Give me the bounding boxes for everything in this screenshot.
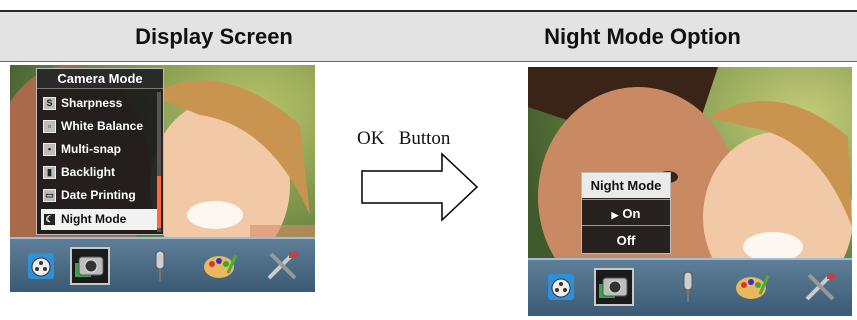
movie-reel-icon[interactable]: [542, 268, 582, 306]
table-header: Display Screen Night Mode Option: [0, 10, 857, 62]
header-display-screen: Display Screen: [135, 23, 293, 49]
microphone-icon[interactable]: [668, 268, 708, 306]
menu-item-white-balance[interactable]: ▫ White Balance: [41, 116, 157, 137]
night-mode-icon: ☾: [43, 213, 56, 226]
button-text: Button: [398, 128, 451, 149]
menu-item-backlight[interactable]: ▮ Backlight: [41, 162, 157, 183]
night-mode-popup: Night Mode ▶ On Off: [581, 172, 671, 254]
multi-snap-icon: ▪: [43, 143, 56, 156]
option-label: Off: [616, 233, 636, 248]
backlight-icon: ▮: [43, 166, 56, 179]
menu-title: Camera Mode: [37, 69, 163, 89]
mode-toolbar: [10, 237, 315, 292]
menu-item-label: White Balance: [61, 119, 144, 133]
menu-item-sharpness[interactable]: S Sharpness: [41, 93, 157, 114]
menu-item-night-mode[interactable]: ☾ Night Mode: [41, 209, 157, 230]
white-balance-icon: ▫: [43, 120, 56, 133]
ok-button-instruction: OK Button: [357, 128, 450, 150]
palette-icon[interactable]: [200, 247, 240, 285]
option-label: On: [622, 206, 641, 221]
date-printing-icon: ▭: [43, 189, 56, 202]
selected-marker-icon: ▶: [611, 210, 619, 220]
menu-item-label: Night Mode: [61, 212, 127, 226]
camera-mode-menu: Camera Mode S Sharpness ▫ White Balance …: [36, 68, 164, 235]
menu-item-date-printing[interactable]: ▭ Date Printing: [41, 185, 157, 206]
microphone-icon[interactable]: [140, 247, 180, 285]
ok-text: OK: [357, 128, 385, 149]
sharpness-icon: S: [43, 97, 56, 110]
menu-item-label: Sharpness: [61, 96, 123, 110]
option-on[interactable]: ▶ On: [582, 199, 670, 226]
camera-icon[interactable]: [594, 268, 634, 306]
header-night-mode-option: Night Mode Option: [544, 23, 741, 49]
night-mode-screen: Night Mode ▶ On Off: [528, 67, 852, 316]
menu-item-label: Multi-snap: [61, 142, 121, 156]
menu-scrollbar[interactable]: [157, 92, 161, 232]
movie-reel-icon[interactable]: [22, 247, 62, 285]
scrollbar-thumb[interactable]: [157, 176, 161, 228]
palette-icon[interactable]: [732, 268, 772, 306]
display-screen: Camera Mode S Sharpness ▫ White Balance …: [10, 65, 315, 292]
tools-icon[interactable]: [262, 247, 302, 285]
tools-icon[interactable]: [800, 268, 840, 306]
camera-icon[interactable]: [70, 247, 110, 285]
menu-item-label: Backlight: [61, 165, 116, 179]
mode-toolbar: [528, 258, 852, 316]
menu-item-multi-snap[interactable]: ▪ Multi-snap: [41, 139, 157, 160]
right-arrow-icon: [361, 152, 479, 222]
option-off[interactable]: Off: [582, 227, 670, 254]
popup-title: Night Mode: [582, 173, 670, 198]
menu-item-label: Date Printing: [61, 188, 136, 202]
